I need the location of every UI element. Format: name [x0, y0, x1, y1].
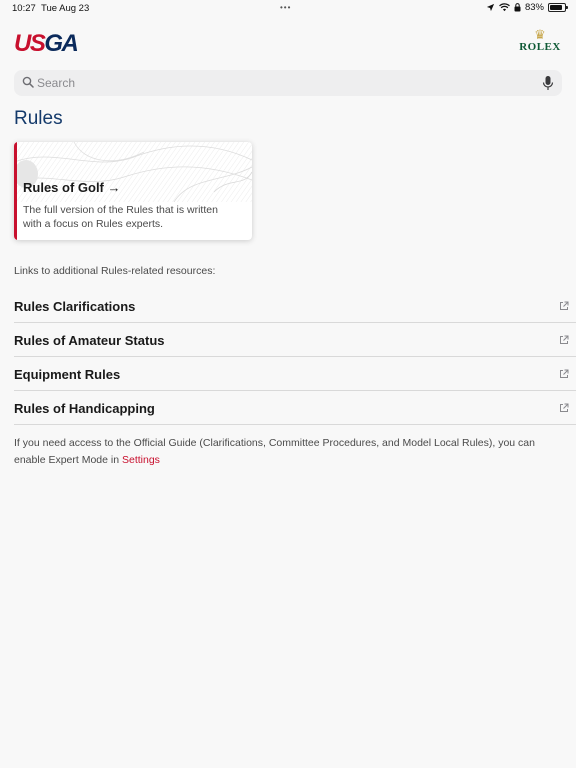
multitasking-dots-icon[interactable]: ••• — [280, 3, 291, 12]
page-title: Rules — [14, 108, 63, 129]
arrow-right-icon: → — [107, 180, 121, 195]
rolex-crown-icon: ♛ — [534, 27, 546, 42]
link-label: Equipment Rules — [14, 367, 121, 382]
resource-links-list: Rules Clarifications Rules of Amateur St… — [14, 289, 576, 425]
settings-link[interactable]: Settings — [122, 454, 160, 466]
status-bar: 10:27 Tue Aug 23 ••• 83% — [0, 0, 576, 18]
search-icon — [22, 76, 34, 88]
expert-mode-note: If you need access to the Official Guide… — [14, 435, 562, 469]
search-placeholder: Search — [37, 76, 76, 90]
card-description: The full version of the Rules that is wr… — [23, 204, 218, 230]
lock-rotation-icon — [514, 3, 521, 12]
link-equipment-rules[interactable]: Equipment Rules — [14, 357, 576, 391]
card-title: Rules of Golf → — [23, 180, 121, 195]
status-date: Tue Aug 23 — [41, 3, 90, 14]
location-arrow-icon — [486, 3, 495, 12]
link-label: Rules Clarifications — [14, 299, 136, 314]
rules-of-golf-card[interactable]: Rules of Golf → The full version of the … — [14, 142, 252, 240]
external-link-icon — [560, 403, 569, 412]
microphone-icon[interactable] — [542, 75, 554, 91]
search-input[interactable]: Search — [14, 70, 562, 96]
link-rules-clarifications[interactable]: Rules Clarifications — [14, 289, 576, 323]
rolex-logo: ♛ ROLEX — [519, 27, 561, 53]
battery-icon — [548, 3, 568, 12]
link-rules-of-handicapping[interactable]: Rules of Handicapping — [14, 391, 576, 425]
status-time: 10:27 — [12, 3, 36, 14]
usga-logo: USGA — [14, 30, 79, 57]
app-header: USGA ♛ ROLEX — [14, 28, 562, 58]
external-link-icon — [560, 369, 569, 378]
external-link-icon — [560, 335, 569, 344]
card-accent-bar — [14, 142, 17, 240]
link-rules-of-amateur-status[interactable]: Rules of Amateur Status — [14, 323, 576, 357]
external-link-icon — [560, 301, 569, 310]
link-label: Rules of Handicapping — [14, 401, 155, 416]
status-indicators: 83% — [486, 2, 568, 13]
links-intro: Links to additional Rules-related resour… — [14, 265, 216, 277]
link-label: Rules of Amateur Status — [14, 333, 165, 348]
wifi-icon — [499, 3, 510, 12]
battery-level — [550, 5, 562, 10]
battery-percent: 83% — [524, 2, 544, 13]
expert-mode-text: If you need access to the Official Guide… — [14, 437, 535, 466]
